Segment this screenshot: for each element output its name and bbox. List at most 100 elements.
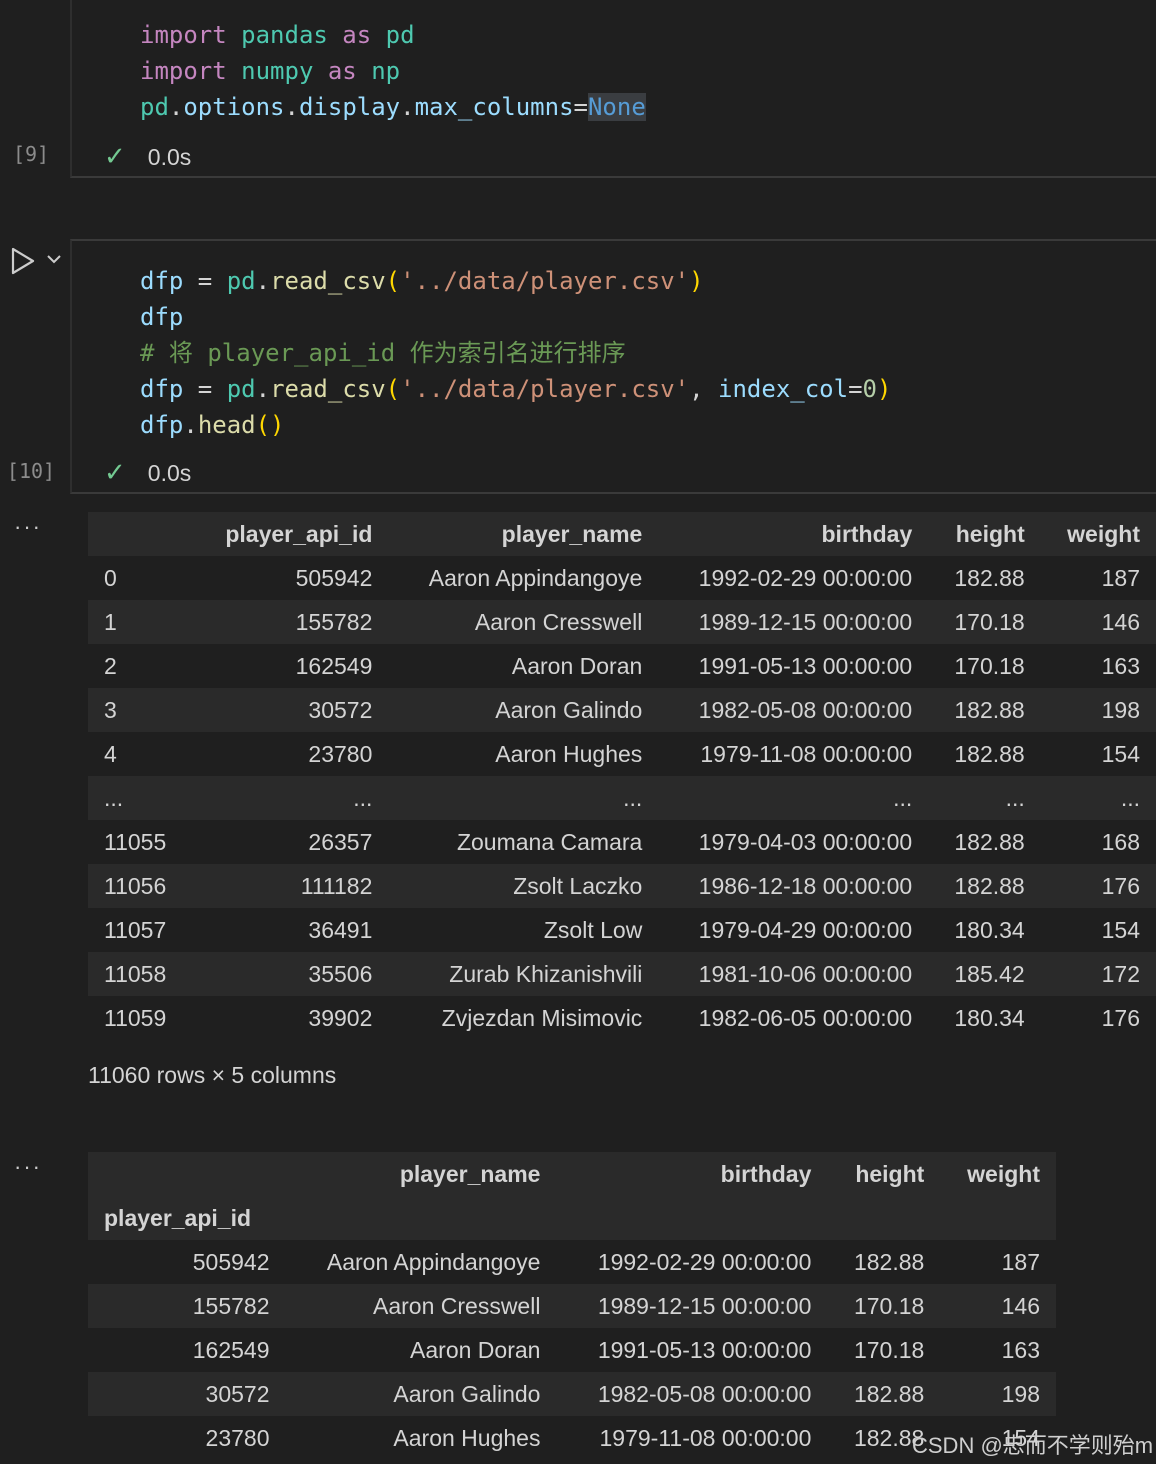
code-line: dfp.head() xyxy=(140,407,285,443)
table-cell: 1979-11-08 00:00:00 xyxy=(700,740,913,767)
table-cell: Zsolt Low xyxy=(543,916,643,943)
table-cell: 23780 xyxy=(308,740,373,767)
table-cell: 505942 xyxy=(295,564,373,591)
table-cell: 1991-05-13 00:00:00 xyxy=(597,1336,812,1363)
table-cell: Aaron Hughes xyxy=(393,1424,541,1451)
cell-2-duration: 0.0s xyxy=(147,460,192,486)
chevron-down-icon[interactable] xyxy=(46,252,62,266)
column-header: birthday xyxy=(720,1160,812,1187)
column-header: player_name xyxy=(399,1160,541,1187)
table-cell: 185.42 xyxy=(954,960,1025,987)
table-cell: Aaron Galindo xyxy=(495,696,643,723)
code-token: . xyxy=(284,93,299,121)
table-row: 11056 111182 Zsolt Laczko 1986-12-18 00:00:… xyxy=(88,864,1156,908)
table-cell: 1989-12-15 00:00:00 xyxy=(597,1292,812,1319)
code-token: '../data/player.csv' xyxy=(400,267,690,295)
table-row: 0 505942 Aaron Appindangoye 1992-02-29 00:0… xyxy=(88,556,1156,600)
code-token: display xyxy=(298,93,401,121)
column-header xyxy=(88,512,192,556)
row-index: 11056 xyxy=(104,872,167,899)
table-cell: 170.18 xyxy=(954,608,1025,635)
play-icon[interactable] xyxy=(10,246,36,276)
table-cell: 176 xyxy=(1101,1004,1140,1031)
code-token: , xyxy=(689,375,719,403)
table-cell: 1981-10-06 00:00:00 xyxy=(698,960,913,987)
row-index: 505942 xyxy=(192,1248,270,1275)
code-token: options xyxy=(183,93,285,121)
index-name: player_api_id xyxy=(104,1204,252,1231)
cell-1-duration: 0.0s xyxy=(147,144,192,170)
table-cell: 111182 xyxy=(300,872,373,899)
row-index: 2 xyxy=(104,652,117,679)
output-1-dataframe: player_api_id player_name birthday height we… xyxy=(88,512,1156,1040)
cell-2-status: ✓ 0.0s xyxy=(104,456,191,488)
check-icon: ✓ xyxy=(104,457,126,487)
code-token: head xyxy=(197,411,256,439)
table-cell: ... xyxy=(893,784,913,811)
code-token: '../data/player.csv' xyxy=(400,375,690,403)
table-row: 1 155782 Aaron Cresswell 1989-12-15 00:00:0… xyxy=(88,600,1156,644)
code-token: import xyxy=(140,21,227,49)
table-cell: 146 xyxy=(1101,608,1140,635)
table-cell: 1986-12-18 00:00:00 xyxy=(698,872,913,899)
code-token: read_csv xyxy=(270,267,386,295)
code-token: pandas xyxy=(226,21,343,49)
table-cell: 1979-04-03 00:00:00 xyxy=(698,828,913,855)
code-token: pd xyxy=(226,267,256,295)
table-cell: 1982-06-05 00:00:00 xyxy=(698,1004,913,1031)
column-header: birthday xyxy=(821,520,913,547)
table-row: .................. xyxy=(88,776,1156,820)
row-index: 11059 xyxy=(104,1004,167,1031)
code-token: . xyxy=(400,93,415,121)
table-cell: Aaron Doran xyxy=(511,652,643,679)
code-token: as xyxy=(342,21,372,49)
code-cell-1[interactable]: import pandas as pd import numpy as np pd.… xyxy=(70,0,1156,178)
output-2-dataframe: player_name birthday height weight player_a… xyxy=(88,1152,1056,1460)
row-index: 4 xyxy=(104,740,117,767)
output-2-more-actions[interactable]: ··· xyxy=(14,1154,42,1180)
code-cell-2[interactable]: dfp = pd.read_csv('../data/player.csv')d… xyxy=(70,239,1156,494)
code-token: # 将 player_api_id 作为索引名进行排序 xyxy=(140,339,626,367)
table-row: 155782 Aaron Cresswell 1989-12-15 00:00:00… xyxy=(88,1284,1056,1328)
table-cell: 1992-02-29 00:00:00 xyxy=(597,1248,812,1275)
table-row: 2 162549 Aaron Doran 1991-05-13 00:00:00 170… xyxy=(88,644,1156,688)
table-cell: 154 xyxy=(1101,740,1140,767)
code-token: read_csv xyxy=(270,375,386,403)
code-token: 0 xyxy=(862,375,877,403)
code-line: dfp xyxy=(140,299,183,335)
table-cell: 198 xyxy=(1001,1380,1040,1407)
table-cell: 182.88 xyxy=(853,1248,925,1275)
code-line: pd.options.display.max_columns=None xyxy=(140,89,646,125)
code-line: dfp = pd.read_csv('../data/player.csv') xyxy=(140,263,704,299)
table-cell: 187 xyxy=(1001,1248,1040,1275)
output-1-more-actions[interactable]: ··· xyxy=(14,514,42,540)
table-cell: 35506 xyxy=(308,960,373,987)
table-row: 23780 Aaron Hughes 1979-11-08 00:00:00 182.… xyxy=(88,1416,1056,1460)
column-header: weight xyxy=(1067,520,1140,547)
table-cell: 182.88 xyxy=(954,564,1025,591)
code-line: dfp = pd.read_csv('../data/player.csv', … xyxy=(140,371,891,407)
table-cell: ... xyxy=(623,784,643,811)
code-token: index_col xyxy=(718,375,849,403)
table-cell: ... xyxy=(353,784,373,811)
code-line: # 将 player_api_id 作为索引名进行排序 xyxy=(140,335,626,371)
table-row: 30572 Aaron Galindo 1982-05-08 00:00:00 182… xyxy=(88,1372,1056,1416)
table-row: 3 30572 Aaron Galindo 1982-05-08 00:00:00 18… xyxy=(88,688,1156,732)
table-cell: Zoumana Camara xyxy=(456,828,643,855)
code-line: import numpy as np xyxy=(140,53,400,89)
table-cell: 163 xyxy=(1101,652,1140,679)
code-token: dfp xyxy=(140,303,184,331)
code-token: np xyxy=(356,57,401,85)
table-cell: 1979-11-08 00:00:00 xyxy=(599,1424,812,1451)
table-cell: 172 xyxy=(1101,960,1140,987)
table-cell: 180.34 xyxy=(954,916,1025,943)
table-cell: 182.88 xyxy=(954,740,1025,767)
table-cell: Aaron Doran xyxy=(410,1336,541,1363)
code-line: import pandas as pd xyxy=(140,17,415,53)
column-header: player_name xyxy=(501,520,643,547)
code-token: pd xyxy=(371,21,415,49)
table-row: 162549 Aaron Doran 1991-05-13 00:00:00 170.… xyxy=(88,1328,1056,1372)
table-cell: 36491 xyxy=(308,916,373,943)
table-cell: 170.18 xyxy=(954,652,1025,679)
code-token: . xyxy=(255,375,271,403)
